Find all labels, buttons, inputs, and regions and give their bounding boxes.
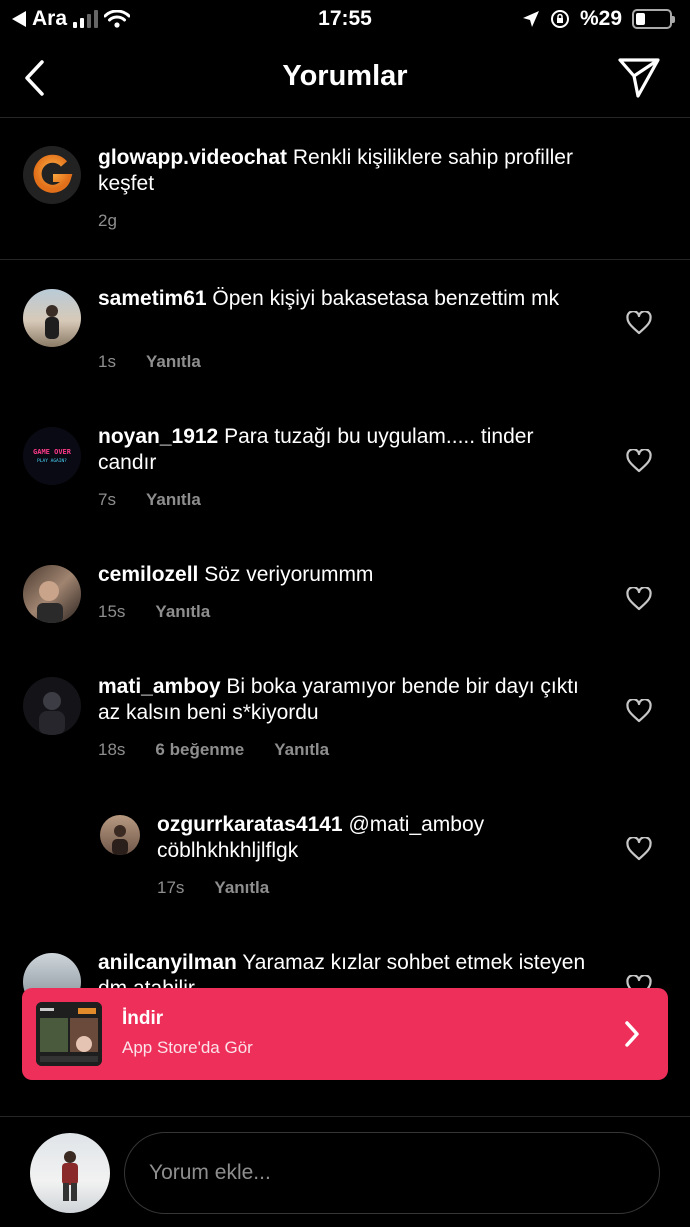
comment-username[interactable]: anilcanyilman: [98, 951, 237, 974]
status-right: %29: [522, 7, 675, 31]
app-store-banner[interactable]: İndir App Store'da Gör: [22, 988, 668, 1080]
banner-subtitle: App Store'da Gör: [122, 1038, 253, 1057]
comment-time: 18s: [98, 740, 126, 759]
comment-time: 15s: [98, 602, 126, 621]
comment-username[interactable]: sametim61: [98, 287, 207, 310]
post-caption: glowapp.videochat Renkli kişiliklere sah…: [0, 119, 690, 260]
avatar[interactable]: [100, 815, 140, 855]
caption-time: 2g: [98, 211, 117, 230]
comment-time: 7s: [98, 490, 116, 509]
rotation-lock-icon: [550, 10, 569, 28]
user-photo-icon: [37, 581, 63, 623]
reply-button[interactable]: Yanıtla: [146, 490, 201, 510]
comment-input[interactable]: [124, 1132, 660, 1214]
reply-button[interactable]: Yanıtla: [274, 740, 329, 760]
comment-body: noyan_1912 Para tuzağı bu uygulam..... t…: [98, 424, 590, 476]
comment-item: cemilozell Söz veriyorummm 15s Yanıtla: [0, 554, 690, 648]
reply-button[interactable]: Yanıtla: [214, 878, 269, 898]
comment-time: 17s: [157, 878, 185, 897]
caption-text-block: glowapp.videochat Renkli kişiliklere sah…: [98, 145, 630, 197]
avatar[interactable]: [23, 677, 81, 735]
battery-icon: [632, 9, 675, 29]
battery-percent: %29: [579, 7, 622, 30]
avatar[interactable]: [23, 146, 81, 204]
status-bar: Ara 17:55 %29: [0, 0, 690, 40]
reply-button[interactable]: Yanıtla: [155, 602, 210, 622]
comment-meta: 1s Yanıtla: [98, 352, 201, 372]
reply-button[interactable]: Yanıtla: [146, 352, 201, 372]
comment-username[interactable]: mati_amboy: [98, 675, 221, 698]
header: Yorumlar: [0, 40, 690, 118]
comment-username[interactable]: cemilozell: [98, 563, 198, 586]
comment-meta: 15s Yanıtla: [98, 602, 210, 622]
comment-item: sametim61 Öpen kişiyi bakasetasa benzett…: [0, 278, 690, 398]
comment-body: ozgurrkaratas4141 @mati_amboy cöblhkhkhl…: [157, 812, 590, 864]
app-screenshot-icon: [36, 1002, 102, 1066]
caption-username[interactable]: glowapp.videochat: [98, 146, 287, 169]
glowapp-logo-icon: [23, 146, 81, 204]
comment-body: mati_amboy Bi boka yaramıyor bende bir d…: [98, 674, 590, 726]
current-user-avatar: [30, 1133, 110, 1213]
reply-item: ozgurrkaratas4141 @mati_amboy cöblhkhkhl…: [0, 804, 690, 924]
comment-meta: 7s Yanıtla: [98, 490, 201, 510]
heart-icon[interactable]: [626, 587, 652, 611]
banner-title: İndir: [122, 1008, 164, 1029]
game-over-avatar-icon: GAME OVER PLAY AGAIN?: [33, 448, 72, 464]
caption-meta: 2g: [98, 211, 117, 231]
paper-plane-icon[interactable]: [616, 54, 662, 100]
heart-icon[interactable]: [626, 449, 652, 473]
heart-icon[interactable]: [626, 837, 652, 861]
comment-item: GAME OVER PLAY AGAIN? noyan_1912 Para tu…: [0, 416, 690, 536]
svg-text:GAME OVER: GAME OVER: [33, 448, 72, 456]
comment-body: cemilozell Söz veriyorummm: [98, 562, 590, 588]
avatar[interactable]: GAME OVER PLAY AGAIN?: [23, 427, 81, 485]
svg-text:PLAY AGAIN?: PLAY AGAIN?: [37, 458, 67, 464]
comment-text: Öpen kişiyi bakasetasa benzettim mk: [212, 287, 560, 310]
location-icon: [522, 11, 539, 27]
user-photo-icon: [45, 305, 59, 339]
comment-meta: 17s Yanıtla: [157, 878, 269, 898]
comment-time: 1s: [98, 352, 116, 371]
comment-meta: 18s 6 beğenme Yanıtla: [98, 740, 329, 760]
comment-item: mati_amboy Bi boka yaramıyor bende bir d…: [0, 666, 690, 786]
user-photo-icon: [112, 825, 128, 855]
page-title: Yorumlar: [282, 60, 408, 92]
comment-body: sametim61 Öpen kişiyi bakasetasa benzett…: [98, 286, 590, 312]
comment-composer: [0, 1116, 690, 1227]
user-photo-icon: [62, 1151, 78, 1201]
likes-count[interactable]: 6 beğenme: [155, 740, 244, 760]
avatar[interactable]: [23, 289, 81, 347]
comment-text: Söz veriyorummm: [204, 563, 374, 586]
chevron-right-icon: [625, 1021, 639, 1047]
avatar[interactable]: [23, 565, 81, 623]
user-photo-icon: [39, 692, 65, 735]
heart-icon[interactable]: [626, 699, 652, 723]
heart-icon[interactable]: [626, 311, 652, 335]
comment-username[interactable]: ozgurrkaratas4141: [157, 813, 343, 836]
comment-username[interactable]: noyan_1912: [98, 425, 218, 448]
app-thumbnail: [36, 1002, 102, 1066]
battery-fill: [636, 13, 646, 25]
